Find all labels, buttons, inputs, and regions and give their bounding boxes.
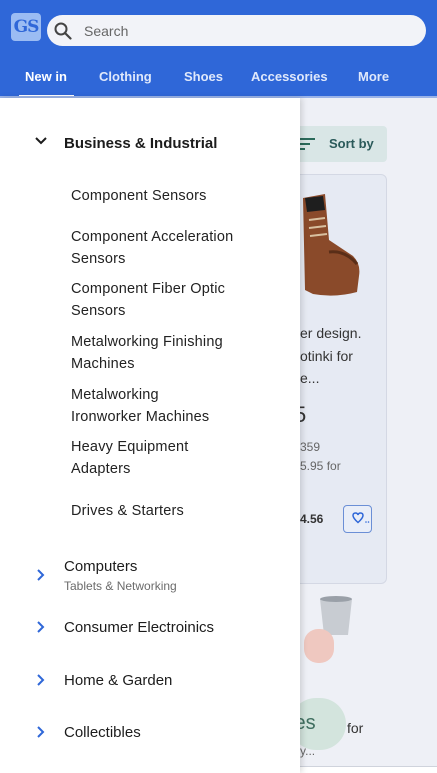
category-computers[interactable]: Computers Tablets & Networking bbox=[0, 556, 300, 596]
subcategory-item[interactable]: Heavy Equipment Adapters bbox=[71, 436, 231, 480]
vase-product-image bbox=[304, 596, 352, 663]
category-home-garden[interactable]: Home & Garden bbox=[0, 669, 300, 699]
product-old-price: 359 bbox=[300, 440, 321, 454]
product-description-line: er design. bbox=[300, 325, 362, 341]
category-title: Business & Industrial bbox=[64, 135, 218, 152]
heart-icon bbox=[352, 512, 370, 524]
category-title: Home & Garden bbox=[64, 672, 173, 689]
subcategory-item[interactable]: Metalworking Finishing Machines bbox=[71, 331, 271, 375]
product-price-2: 4.56 bbox=[300, 512, 324, 526]
chevron-right-icon bbox=[37, 621, 45, 633]
app-header: GS New in Clothing Shoes Accessories Mor… bbox=[0, 0, 437, 98]
chevron-right-icon bbox=[37, 674, 45, 686]
category-consumer-electronics[interactable]: Consumer Electroinics bbox=[0, 616, 300, 646]
search-input[interactable] bbox=[84, 15, 414, 46]
chevron-right-icon bbox=[37, 726, 45, 738]
boot-product-image bbox=[303, 194, 360, 296]
sort-button[interactable]: Sort by bbox=[288, 126, 387, 162]
subcategory-item[interactable]: Component Sensors bbox=[71, 185, 271, 207]
sort-icon bbox=[299, 138, 315, 150]
category-drawer: Business & Industrial Component Sensors … bbox=[0, 98, 300, 773]
product-description-line: otinki for bbox=[300, 348, 353, 364]
product-shipping: 5.95 for bbox=[300, 459, 341, 473]
product-text: for bbox=[347, 720, 364, 736]
category-subtitle: Tablets & Networking bbox=[64, 579, 177, 593]
tab-more[interactable]: More bbox=[358, 69, 389, 84]
logo[interactable]: GS bbox=[11, 13, 41, 41]
subcategory-item[interactable]: Drives & Starters bbox=[71, 500, 271, 522]
subcategory-item[interactable]: Component Fiber Optic Sensors bbox=[71, 278, 271, 322]
category-title: Consumer Electroinics bbox=[64, 619, 215, 636]
product-text: y... bbox=[300, 744, 316, 758]
sort-label: Sort by bbox=[329, 136, 374, 151]
category-title: Computers bbox=[64, 558, 138, 575]
category-collectibles[interactable]: Collectibles bbox=[0, 721, 300, 751]
tab-shoes[interactable]: Shoes bbox=[184, 69, 223, 84]
tab-clothing[interactable]: Clothing bbox=[99, 69, 152, 84]
category-business-industrial[interactable]: Business & Industrial bbox=[0, 128, 300, 158]
chevron-down-icon bbox=[35, 137, 47, 145]
chevron-right-icon bbox=[37, 569, 45, 581]
search-icon bbox=[54, 22, 72, 40]
category-tabs: New in Clothing Shoes Accessories More bbox=[0, 60, 437, 97]
wishlist-button[interactable] bbox=[343, 505, 372, 533]
product-description-line: e... bbox=[300, 370, 320, 386]
search-bar[interactable] bbox=[47, 15, 426, 46]
category-title: Collectibles bbox=[64, 724, 141, 741]
subcategory-item[interactable]: Component Acceleration Sensors bbox=[71, 226, 271, 270]
subcategory-item[interactable]: Metalworking Ironworker Machines bbox=[71, 384, 231, 428]
tab-new-in[interactable]: New in bbox=[25, 69, 67, 84]
tab-accessories[interactable]: Accessories bbox=[251, 69, 328, 84]
